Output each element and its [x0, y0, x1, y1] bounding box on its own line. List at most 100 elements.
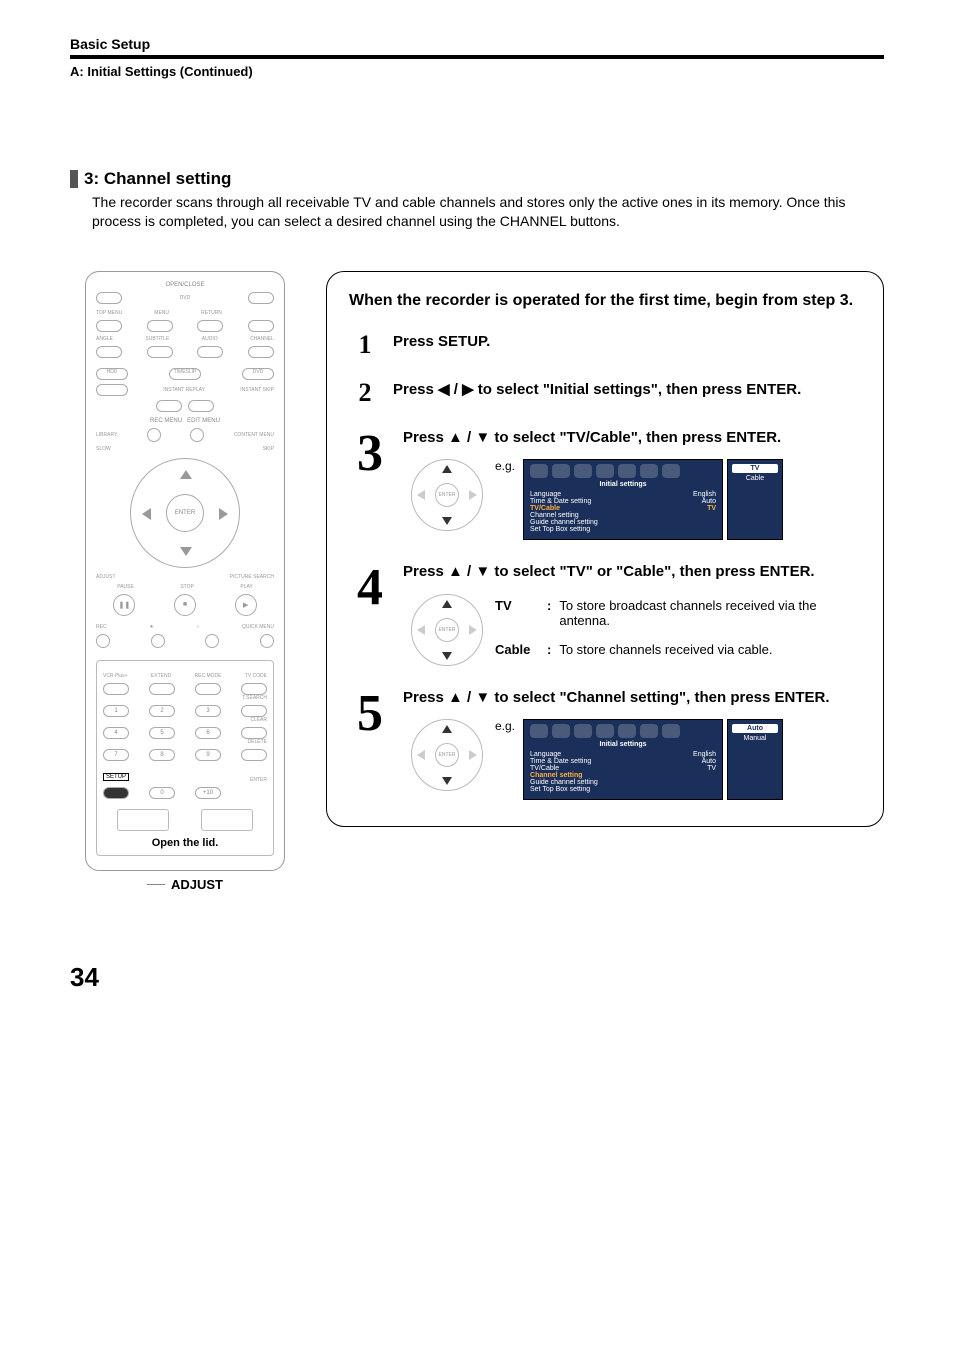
eg-label-3: e.g.: [495, 459, 515, 473]
quick-menu-label: QUICK MENU: [242, 624, 274, 630]
adjust-callout: ADJUST: [171, 877, 223, 892]
vcrplus-label: VCR Plus+: [103, 673, 128, 679]
library-btn: [147, 428, 161, 442]
step-4-text: Press ▲ / ▼ to select "TV" or "Cable", t…: [403, 562, 861, 582]
angle-label: ANGLE: [96, 336, 113, 342]
dpad-left-icon: [142, 508, 151, 520]
return-btn: [197, 320, 223, 332]
setup-btn: [103, 787, 129, 799]
osd-5-side: AutoManual: [727, 719, 783, 800]
dpad-up-icon: [180, 470, 192, 479]
instruction-box: When the recorder is operated for the fi…: [326, 271, 884, 828]
skip-label: SKIP: [263, 446, 274, 452]
top-menu-btn: [96, 320, 122, 332]
osd-3-side: TVCable: [727, 459, 783, 540]
content-btn: [190, 428, 204, 442]
page-number: 34: [70, 962, 884, 993]
menu-label: MENU: [154, 310, 169, 316]
clear-label: CLEAR: [103, 717, 267, 723]
rec-edit-menu-label: REC MENU EDIT MENU: [96, 418, 274, 424]
eg-label-5: e.g.: [495, 719, 515, 733]
channel-label: CHANNEL: [250, 336, 274, 342]
step-5-number: 5: [349, 688, 391, 801]
play-label: PLAY: [240, 584, 252, 590]
audio-label: AUDIO: [202, 336, 218, 342]
num-2: 2: [149, 705, 175, 717]
step-1-number: 1: [349, 332, 381, 358]
mini-dpad-3: ENTER: [411, 459, 483, 531]
hdd-btn: HDD: [96, 368, 128, 380]
timeslip-btn: TIMESLIP: [169, 368, 201, 380]
num-8: 8: [149, 749, 175, 761]
step-5-text: Press ▲ / ▼ to select "Channel setting",…: [403, 688, 861, 708]
content-menu-label: CONTENT MENU: [234, 432, 274, 438]
num-5: 5: [149, 727, 175, 739]
tvcode-label: TV CODE: [245, 673, 267, 679]
stop-button: ■: [174, 594, 196, 616]
is-btn: [188, 400, 214, 412]
extend-label: EXTEND: [151, 673, 171, 679]
section-desc: The recorder scans through all receivabl…: [92, 193, 884, 231]
rec-label: REC: [96, 624, 107, 630]
recmode-label: REC MODE: [195, 673, 222, 679]
tv-definition: TV : To store broadcast channels receive…: [495, 598, 861, 628]
power-button: [248, 292, 274, 304]
stop-label: STOP: [180, 584, 194, 590]
instant-skip-label: INSTANT SKIP: [240, 387, 274, 393]
mini-dpad-4: ENTER: [411, 594, 483, 666]
num-0: 0: [149, 787, 175, 799]
osd-5-main: Initial settings LanguageEnglishTime & D…: [523, 719, 723, 800]
top-menu-label: TOP MENU: [96, 310, 122, 316]
num-9: 9: [195, 749, 221, 761]
pause-label: PAUSE: [117, 584, 134, 590]
step-3-number: 3: [349, 428, 391, 541]
dpad-down-icon: [180, 547, 192, 556]
angle-btn: [96, 346, 122, 358]
step-3-text: Press ▲ / ▼ to select "TV/Cable", then p…: [403, 428, 861, 448]
tsearch-label: T.SEARCH: [103, 695, 267, 701]
remote-lid: VCR Plus+ EXTEND REC MODE TV CODE T.SEAR…: [96, 660, 274, 856]
enter2-label: ENTER: [250, 777, 267, 783]
picture-search-label: PICTURE SEARCH: [230, 574, 274, 580]
play-button: ▶: [235, 594, 257, 616]
num-4: 4: [103, 727, 129, 739]
num-7: 7: [103, 749, 129, 761]
star-label: ★: [149, 624, 153, 630]
return-label: RETURN: [201, 310, 222, 316]
dpad-right-icon: [219, 508, 228, 520]
subtitle-label: SUBTITLE: [145, 336, 169, 342]
menu-btn: [147, 320, 173, 332]
instruction-intro: When the recorder is operated for the fi…: [349, 292, 861, 310]
dvd-btn: DVD: [242, 368, 274, 380]
easy-navi-btn: [96, 384, 128, 396]
dpad: ENTER: [130, 458, 240, 568]
remote-illustration: OPEN/CLOSE DVD TOP MENU MENU RETURN: [85, 271, 285, 871]
num-6: 6: [195, 727, 221, 739]
step-2-number: 2: [349, 380, 381, 406]
adjust-small-label: ADJUST: [96, 574, 115, 580]
ir-btn: [156, 400, 182, 412]
star-btn: [151, 634, 165, 648]
library-label: LIBRARY: [96, 432, 117, 438]
setup-label-box: SETUP: [103, 773, 129, 781]
subtitle-btn: [147, 346, 173, 358]
num-3: 3: [195, 705, 221, 717]
step-4-number: 4: [349, 562, 391, 666]
ch-dn-btn: [248, 346, 274, 358]
audio-btn: [197, 346, 223, 358]
cable-definition: Cable : To store channels received via c…: [495, 642, 861, 657]
header-basic: Basic Setup: [70, 36, 884, 52]
quick-btn: [260, 634, 274, 648]
enter-button: ENTER: [166, 494, 204, 532]
eject-button: [96, 292, 122, 304]
step-2-text: Press ◀ / ▶ to select "Initial settings"…: [393, 380, 861, 400]
mini-dpad-5: ENTER: [411, 719, 483, 791]
open-lid-label: Open the lid.: [103, 837, 267, 849]
pause-button: ❚❚: [113, 594, 135, 616]
section-marker: [70, 170, 78, 188]
header-sub: A: Initial Settings (Continued): [70, 64, 884, 79]
dvd-label: DVD: [180, 295, 191, 301]
circle-btn: [205, 634, 219, 648]
num-1: 1: [103, 705, 129, 717]
open-close-label: OPEN/CLOSE: [96, 282, 274, 288]
